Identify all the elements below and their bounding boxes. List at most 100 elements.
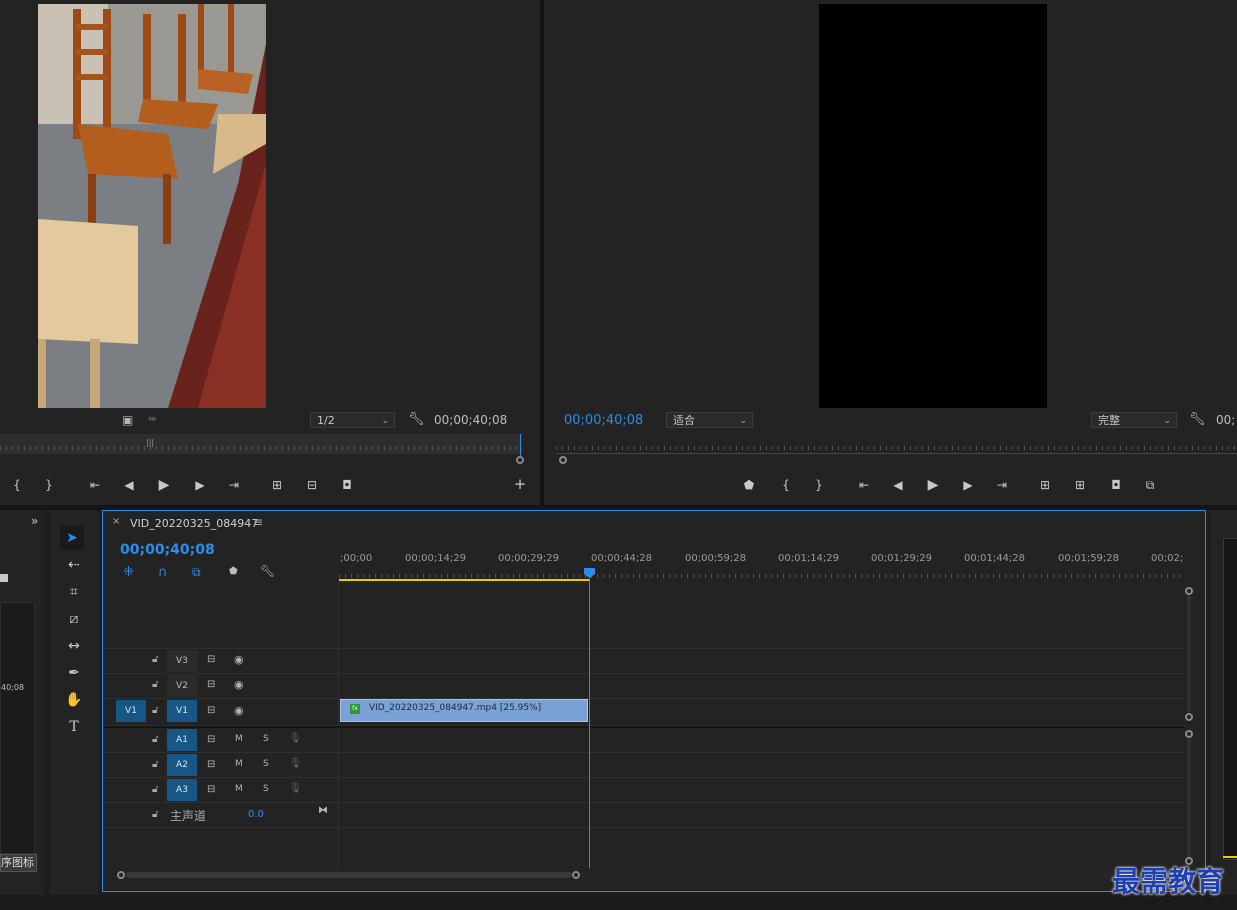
track-target-a2[interactable]: A2 (167, 754, 197, 776)
mark-out-icon[interactable]: } (40, 477, 58, 493)
lock-icon[interactable]: 🔓︎ (152, 759, 158, 770)
pen-tool-icon[interactable]: ✒ (64, 663, 84, 683)
sync-lock-icon[interactable]: ⊟ (207, 784, 215, 795)
extract-icon[interactable]: ⊞ (1071, 477, 1089, 493)
type-tool-icon[interactable]: T (64, 717, 84, 737)
sync-lock-icon[interactable]: ⊟ (207, 734, 215, 745)
work-area-bar[interactable] (339, 579, 589, 581)
mark-in-icon[interactable]: { (8, 477, 26, 493)
panel-menu-icon[interactable]: ≡ (253, 515, 263, 529)
source-scrub-bar[interactable]: ||| (0, 434, 522, 454)
sync-lock-icon[interactable]: ⊟ (207, 654, 215, 665)
overwrite-icon[interactable]: ⊟ (303, 477, 321, 493)
close-tab-icon[interactable]: × (112, 516, 120, 527)
source-video-frame[interactable] (38, 4, 266, 408)
track-target-v3[interactable]: V3 (167, 650, 197, 672)
lock-icon[interactable]: 🔓︎ (152, 734, 158, 745)
audio-scroll-track[interactable] (1187, 739, 1191, 857)
solo-button[interactable]: S (263, 734, 269, 744)
project-thumbnail[interactable]: 40;08 (0, 602, 35, 854)
solo-button[interactable]: S (263, 784, 269, 794)
add-marker-icon[interactable]: ⬟ (229, 566, 238, 577)
program-fit-select[interactable]: 适合 ⌄ (666, 412, 753, 428)
step-forward-icon[interactable]: ▶︎ (959, 477, 977, 493)
ripple-edit-tool-icon[interactable]: ⌗ (64, 582, 84, 602)
track-row-v1[interactable]: V1 🔓︎ V1 ⊟ ◉ (104, 699, 1184, 726)
video-scroll-track[interactable] (1187, 596, 1191, 712)
eye-icon[interactable]: ◉ (234, 653, 244, 666)
track-row-a2[interactable]: 🔓︎ A2 ⊟ M S 🎙︎ (104, 753, 1184, 778)
go-to-out-icon[interactable]: ⇥ (993, 477, 1011, 493)
track-select-forward-tool-icon[interactable]: ⇠ (64, 555, 84, 575)
mute-button[interactable]: M (235, 784, 243, 794)
go-to-out-icon[interactable]: ⇥ (225, 477, 243, 493)
mute-button[interactable]: M (235, 759, 243, 769)
program-zoom-handle[interactable] (559, 456, 567, 464)
timeline-tab-title[interactable]: VID_20220325_084947 (130, 517, 258, 530)
timeline-scroll-track[interactable] (582, 872, 1182, 878)
lock-icon[interactable]: 🔓︎ (152, 705, 158, 716)
sync-lock-icon[interactable]: ⊟ (207, 705, 215, 716)
program-video-frame[interactable] (819, 4, 1047, 408)
go-to-end-icon[interactable]: ⧓ (318, 805, 328, 816)
comparison-view-icon[interactable]: ⧉ (1141, 477, 1159, 493)
track-target-v1[interactable]: V1 (167, 700, 197, 722)
insert-icon[interactable]: ⊞ (268, 477, 286, 493)
razor-tool-icon[interactable]: ⧄ (64, 609, 84, 629)
slip-tool-icon[interactable]: ↔ (64, 636, 84, 656)
track-row-a3[interactable]: 🔓︎ A3 ⊟ M S 🎙︎ (104, 778, 1184, 803)
timeline-zoom-right-handle[interactable] (572, 871, 580, 879)
video-clip[interactable]: fx VID_20220325_084947.mp4 [25.95%] (340, 699, 588, 722)
mark-in-icon[interactable]: { (777, 477, 795, 493)
timeline-settings-wrench-icon[interactable]: 🔧︎ (260, 564, 275, 578)
microphone-icon[interactable]: 🎙︎ (289, 733, 302, 744)
lock-icon[interactable]: 🔓︎ (152, 784, 158, 795)
play-icon[interactable]: ▶︎ (155, 477, 173, 493)
wrench-icon[interactable]: 🔧︎ (408, 412, 425, 427)
source-timecode[interactable]: 00;00;40;08 (434, 413, 507, 427)
drag-audio-icon[interactable]: ⇹ (148, 414, 156, 425)
wrench-icon[interactable]: 🔧︎ (1189, 412, 1206, 427)
export-frame-icon[interactable]: ◘ (338, 477, 356, 493)
safe-margins-icon[interactable]: ▣ (122, 413, 133, 427)
master-volume-value[interactable]: 0.0 (248, 809, 264, 820)
linked-selection-icon[interactable]: ⧉ (192, 565, 201, 580)
timeline-zoom-left-handle[interactable] (117, 871, 125, 879)
icon-view-icon[interactable] (0, 574, 8, 582)
program-timecode-right[interactable]: 00; (1216, 413, 1235, 427)
microphone-icon[interactable]: 🎙︎ (289, 783, 302, 794)
track-target-v2[interactable]: V2 (167, 675, 197, 697)
source-zoom-select[interactable]: 1/2 ⌄ (310, 412, 395, 428)
lift-icon[interactable]: ⊞ (1036, 477, 1054, 493)
track-target-a1[interactable]: A1 (167, 729, 197, 751)
step-back-icon[interactable]: ◀︎ (889, 477, 907, 493)
step-forward-icon[interactable]: ▶︎ (191, 477, 209, 493)
hand-tool-icon[interactable]: ✋ (64, 690, 84, 710)
play-icon[interactable]: ▶︎ (924, 477, 942, 493)
source-patch-v1[interactable]: V1 (116, 700, 146, 722)
track-row-v3[interactable]: 🔓︎ V3 ⊟ ◉ (104, 649, 1184, 674)
audio-scroll-top-handle[interactable] (1185, 730, 1193, 738)
lock-icon[interactable]: 🔓︎ (152, 809, 158, 820)
source-zoom-handle[interactable] (516, 456, 524, 464)
program-quality-select[interactable]: 完整 ⌄ (1091, 412, 1177, 428)
selection-tool[interactable]: ➤ (60, 526, 84, 550)
track-target-a3[interactable]: A3 (167, 779, 197, 801)
lock-icon[interactable]: 🔓︎ (152, 679, 158, 690)
step-back-icon[interactable]: ◀︎ (120, 477, 138, 493)
snap-magnet-icon[interactable]: ∩ (158, 565, 168, 580)
eye-icon[interactable]: ◉ (234, 678, 244, 691)
lock-icon[interactable]: 🔓︎ (152, 654, 158, 665)
track-row-v2[interactable]: 🔓︎ V2 ⊟ ◉ (104, 674, 1184, 699)
sync-lock-icon[interactable]: ⊟ (207, 679, 215, 690)
export-frame-icon[interactable]: ◘ (1107, 477, 1125, 493)
mute-button[interactable]: M (235, 734, 243, 744)
mark-out-icon[interactable]: } (810, 477, 828, 493)
add-button-icon[interactable]: + (511, 476, 529, 492)
go-to-in-icon[interactable]: ⇤ (855, 477, 873, 493)
eye-icon[interactable]: ◉ (234, 704, 244, 717)
program-timecode[interactable]: 00;00;40;08 (564, 413, 643, 428)
microphone-icon[interactable]: 🎙︎ (289, 758, 302, 769)
sync-lock-icon[interactable]: ⊟ (207, 759, 215, 770)
timeline-playhead-timecode[interactable]: 00;00;40;08 (120, 542, 215, 558)
